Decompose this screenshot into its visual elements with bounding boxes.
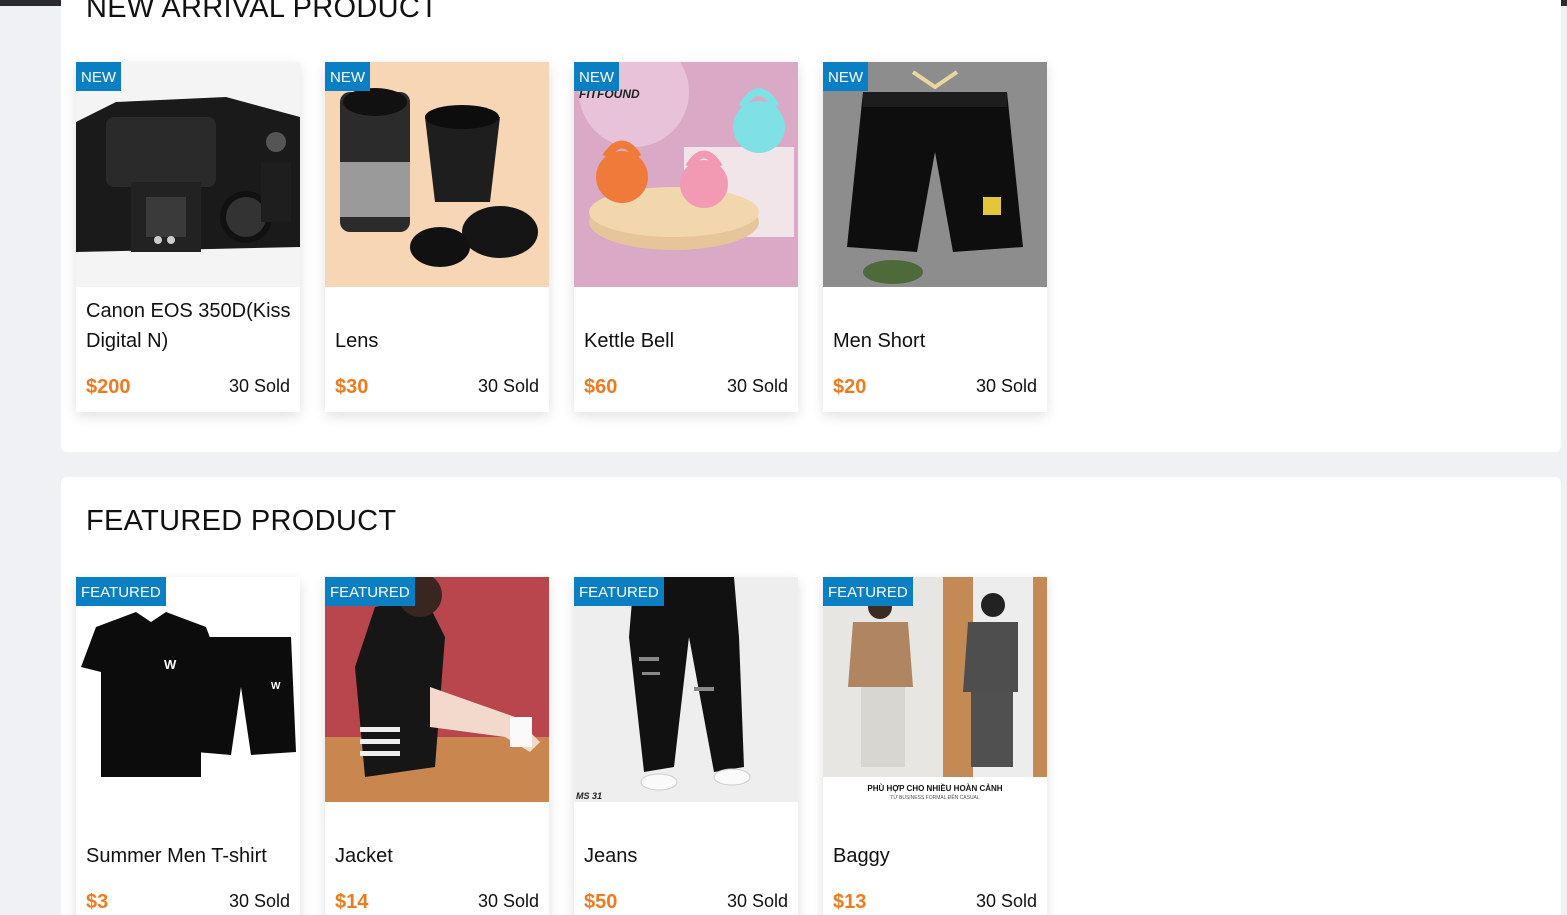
product-name[interactable]: Summer Men T-shirt xyxy=(86,841,292,871)
featured-section: FEATURED PRODUCT FEATURED W W Summer Men… xyxy=(61,477,1561,915)
lens-image[interactable]: NEW xyxy=(325,62,549,287)
product-name[interactable]: Jacket xyxy=(335,841,541,871)
tshirt-set-image[interactable]: FEATURED W W xyxy=(76,577,300,802)
product-sold-count: 30 Sold xyxy=(726,376,788,396)
product-price: $50 xyxy=(584,891,618,913)
product-name[interactable]: Lens xyxy=(335,326,541,356)
svg-text:W: W xyxy=(271,681,281,692)
new-arrival-section: NEW ARRIVAL PRODUCT NEW Canon EOS 350D(K… xyxy=(61,0,1561,452)
svg-text:W: W xyxy=(164,657,177,672)
jeans-caption-text: MS 31 xyxy=(576,791,602,801)
product-name[interactable]: Jeans xyxy=(584,841,790,871)
product-price: $60 xyxy=(584,376,618,398)
product-price: $30 xyxy=(335,376,369,398)
product-name[interactable]: Men Short xyxy=(833,326,1039,356)
baggy-image[interactable]: FEATURED PHÙ HỢP CHO NHIỀU HOÀN CẢNH TỪ … xyxy=(823,577,1047,802)
product-card-lens[interactable]: NEW Lens $30 30 Sold xyxy=(325,62,549,412)
new-badge: NEW xyxy=(76,62,121,91)
shorts-image[interactable]: NEW xyxy=(823,62,1047,287)
product-sold-count: 30 Sold xyxy=(228,376,290,396)
product-card-jacket[interactable]: FEATURED Jacket $14 30 Sold xyxy=(325,577,549,915)
new-badge: NEW xyxy=(574,62,619,91)
new-arrival-product-list: NEW Canon EOS 350D(Kiss Digital N) $200 xyxy=(76,62,1047,412)
featured-badge: FEATURED xyxy=(325,577,415,606)
product-price: $20 xyxy=(833,376,867,398)
product-sold-count: 30 Sold xyxy=(975,891,1037,911)
camera-image[interactable]: NEW xyxy=(76,62,300,287)
product-card-summer-tshirt[interactable]: FEATURED W W Summer Men T-shirt $3 30 So… xyxy=(76,577,300,915)
product-price: $200 xyxy=(86,376,131,398)
section-title-featured: FEATURED PRODUCT xyxy=(86,505,397,537)
featured-badge: FEATURED xyxy=(76,577,166,606)
section-title-new-arrival: NEW ARRIVAL PRODUCT xyxy=(86,0,439,24)
featured-badge: FEATURED xyxy=(823,577,913,606)
featured-product-list: FEATURED W W Summer Men T-shirt $3 30 So… xyxy=(76,577,1047,915)
product-name[interactable]: Canon EOS 350D(Kiss Digital N) xyxy=(86,296,292,356)
product-card-men-short[interactable]: NEW Men Short $20 30 Sold xyxy=(823,62,1047,412)
jacket-image[interactable]: FEATURED xyxy=(325,577,549,802)
product-sold-count: 30 Sold xyxy=(228,891,290,911)
product-price: $13 xyxy=(833,891,867,913)
product-price: $3 xyxy=(86,891,109,913)
product-sold-count: 30 Sold xyxy=(477,376,539,396)
product-price: $14 xyxy=(335,891,369,913)
product-name[interactable]: Baggy xyxy=(833,841,1039,871)
baggy-subcaption-text: TỪ BUSINESS FORMAL ĐẾN CASUAL xyxy=(890,794,980,801)
baggy-caption-text: PHÙ HỢP CHO NHIỀU HOÀN CẢNH xyxy=(867,783,1002,793)
jeans-image[interactable]: FEATURED MS 31 xyxy=(574,577,798,802)
product-card-kettlebell[interactable]: NEW FITFOUND Kettle Bell $60 30 Sold xyxy=(574,62,798,412)
new-badge: NEW xyxy=(325,62,370,91)
product-card-canon[interactable]: NEW Canon EOS 350D(Kiss Digital N) $200 xyxy=(76,62,300,412)
featured-badge: FEATURED xyxy=(574,577,664,606)
product-sold-count: 30 Sold xyxy=(975,376,1037,396)
product-card-jeans[interactable]: FEATURED MS 31 Jeans $50 30 Sold xyxy=(574,577,798,915)
kettlebell-image[interactable]: NEW FITFOUND xyxy=(574,62,798,287)
new-badge: NEW xyxy=(823,62,868,91)
product-card-baggy[interactable]: FEATURED PHÙ HỢP CHO NHIỀU HOÀN CẢNH TỪ … xyxy=(823,577,1047,915)
product-sold-count: 30 Sold xyxy=(726,891,788,911)
product-name[interactable]: Kettle Bell xyxy=(584,326,790,356)
product-sold-count: 30 Sold xyxy=(477,891,539,911)
